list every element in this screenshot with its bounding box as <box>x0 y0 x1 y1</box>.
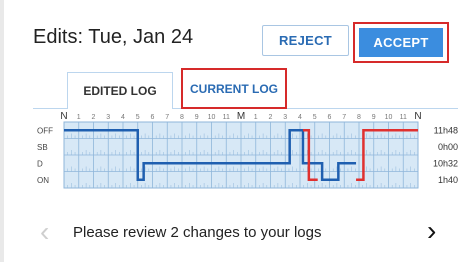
hour-label: 7 <box>342 114 346 121</box>
hour-label: 1 <box>254 114 258 121</box>
hour-label: 3 <box>106 114 110 121</box>
hour-label: 10 <box>208 114 216 121</box>
status-row-label: ON <box>37 176 49 185</box>
duty-status-graph: N 1 2 3 4 5 6 7 8 9 10 11 M 1 2 3 4 5 6 7 8 9 10 11 N OFF SB D ON 1… <box>37 111 458 189</box>
status-total: 11h48 <box>434 125 458 135</box>
hour-label: 9 <box>372 114 376 121</box>
hour-label: 8 <box>180 114 184 121</box>
hour-label: 10 <box>385 114 393 121</box>
hour-label: 2 <box>92 114 96 121</box>
hour-label: N <box>414 111 421 122</box>
tab-current-log[interactable]: CURRENT LOG <box>181 68 287 109</box>
hour-label: 8 <box>357 114 361 121</box>
status-totals: 11h48 0h00 10h32 1h40 <box>433 125 458 185</box>
hour-label: 9 <box>195 114 199 121</box>
hour-label: 4 <box>121 114 125 121</box>
status-total: 0h00 <box>438 142 458 152</box>
tab-edited-log[interactable]: EDITED LOG <box>67 72 173 109</box>
status-row-labels: OFF SB D ON <box>37 126 53 185</box>
hour-label: 2 <box>269 114 273 121</box>
hour-label: 6 <box>328 114 332 121</box>
hour-label: 5 <box>136 114 140 121</box>
hour-label: 11 <box>223 114 230 121</box>
hour-label: 1 <box>77 114 81 121</box>
hour-label: 7 <box>165 114 169 121</box>
hour-label: 5 <box>313 114 317 121</box>
reject-button[interactable]: REJECT <box>262 25 349 56</box>
status-total: 1h40 <box>438 175 458 185</box>
chevron-left-icon[interactable]: ‹ <box>40 216 49 248</box>
hour-label: 6 <box>151 114 155 121</box>
status-row-label: SB <box>37 143 48 152</box>
status-row-label: OFF <box>37 126 53 135</box>
status-row-label: D <box>37 159 43 168</box>
review-message: Please review 2 changes to your logs <box>73 224 322 241</box>
accept-button-highlight: ACCEPT <box>353 22 449 63</box>
hour-label: 4 <box>298 114 302 121</box>
log-edit-screen: Edits: Tue, Jan 24 REJECT ACCEPT EDITED … <box>0 0 464 262</box>
hour-labels: N 1 2 3 4 5 6 7 8 9 10 11 M 1 2 3 4 5 6 7 8 9 10 11 N <box>60 111 421 122</box>
chevron-right-icon[interactable]: › <box>427 215 436 247</box>
hour-label: 3 <box>283 114 287 121</box>
hour-label: M <box>237 111 245 122</box>
page-title: Edits: Tue, Jan 24 <box>33 26 194 48</box>
hour-label: N <box>60 111 67 122</box>
hour-label: 11 <box>400 114 407 121</box>
status-total: 10h32 <box>433 158 458 168</box>
accept-button[interactable]: ACCEPT <box>359 28 443 57</box>
